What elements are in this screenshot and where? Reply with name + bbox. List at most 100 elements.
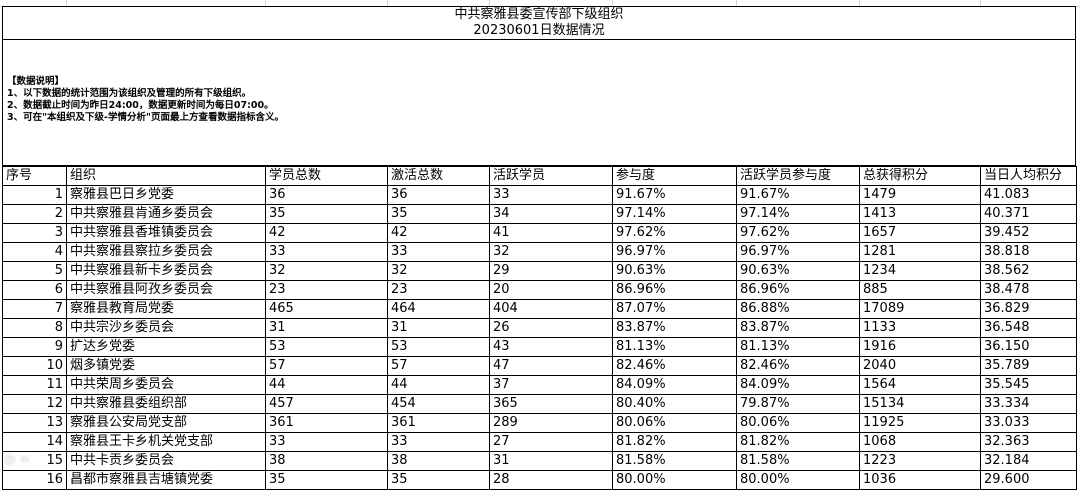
table-cell[interactable]: 中共察雅县委组织部 <box>66 394 266 414</box>
table-cell[interactable]: 82.46% <box>612 356 737 376</box>
column-header[interactable]: 总获得积分 <box>859 166 981 186</box>
table-cell[interactable]: 91.67% <box>736 185 860 205</box>
table-cell[interactable]: 1036 <box>859 470 981 490</box>
table-cell[interactable]: 454 <box>387 394 490 414</box>
table-cell[interactable]: 33 <box>387 432 490 452</box>
table-cell[interactable]: 37 <box>489 375 613 395</box>
table-cell[interactable]: 43 <box>489 337 613 357</box>
column-header[interactable]: 组织 <box>66 166 266 186</box>
table-cell[interactable]: 361 <box>387 413 490 433</box>
table-cell[interactable]: 36.829 <box>980 299 1077 319</box>
row-index-cell[interactable]: 12 <box>2 394 67 414</box>
table-cell[interactable]: 1133 <box>859 318 981 338</box>
row-index-cell[interactable]: 13 <box>2 413 67 433</box>
table-cell[interactable]: 465 <box>265 299 388 319</box>
table-cell[interactable]: 27 <box>489 432 613 452</box>
table-cell[interactable]: 81.13% <box>736 337 860 357</box>
table-cell[interactable]: 察雅县教育局党委 <box>66 299 266 319</box>
table-cell[interactable]: 35.545 <box>980 375 1077 395</box>
table-cell[interactable]: 81.82% <box>736 432 860 452</box>
title-cell[interactable]: 中共察雅县委宣传部下级组织 20230601日数据情况 <box>2 6 1076 40</box>
table-cell[interactable]: 83.87% <box>736 318 860 338</box>
table-cell[interactable]: 90.63% <box>612 261 737 281</box>
table-cell[interactable]: 1916 <box>859 337 981 357</box>
table-cell[interactable]: 中共察雅县肯通乡委员会 <box>66 204 266 224</box>
table-cell[interactable]: 33 <box>265 242 388 262</box>
table-cell[interactable]: 80.06% <box>736 413 860 433</box>
table-cell[interactable]: 中共卡贡乡委员会 <box>66 451 266 471</box>
table-cell[interactable]: 35 <box>265 470 388 490</box>
table-cell[interactable]: 32.184 <box>980 451 1077 471</box>
table-cell[interactable]: 23 <box>387 280 490 300</box>
table-cell[interactable]: 39.452 <box>980 223 1077 243</box>
table-cell[interactable]: 79.87% <box>736 394 860 414</box>
table-cell[interactable]: 289 <box>489 413 613 433</box>
table-cell[interactable]: 81.58% <box>612 451 737 471</box>
table-cell[interactable]: 38.818 <box>980 242 1077 262</box>
row-index-cell[interactable]: 14 <box>2 432 67 452</box>
row-index-cell[interactable]: 1 <box>2 185 67 205</box>
table-cell[interactable]: 32.363 <box>980 432 1077 452</box>
table-cell[interactable]: 38.478 <box>980 280 1077 300</box>
table-cell[interactable]: 38 <box>387 451 490 471</box>
table-cell[interactable]: 83.87% <box>612 318 737 338</box>
table-cell[interactable]: 97.14% <box>736 204 860 224</box>
column-header[interactable]: 序号 <box>2 166 67 186</box>
table-cell[interactable]: 38.562 <box>980 261 1077 281</box>
table-cell[interactable]: 烟多镇党委 <box>66 356 266 376</box>
table-cell[interactable]: 84.09% <box>736 375 860 395</box>
table-cell[interactable]: 38 <box>265 451 388 471</box>
table-cell[interactable]: 42 <box>265 223 388 243</box>
table-cell[interactable]: 20 <box>489 280 613 300</box>
table-cell[interactable]: 17089 <box>859 299 981 319</box>
table-cell[interactable]: 97.62% <box>612 223 737 243</box>
row-index-cell[interactable]: 5 <box>2 261 67 281</box>
table-cell[interactable]: 47 <box>489 356 613 376</box>
table-cell[interactable]: 33.334 <box>980 394 1077 414</box>
table-cell[interactable]: 29 <box>489 261 613 281</box>
table-cell[interactable]: 42 <box>387 223 490 243</box>
row-index-cell[interactable]: 11 <box>2 375 67 395</box>
table-cell[interactable]: 41 <box>489 223 613 243</box>
table-cell[interactable]: 80.40% <box>612 394 737 414</box>
table-cell[interactable]: 361 <box>265 413 388 433</box>
column-header[interactable]: 激活总数 <box>387 166 490 186</box>
table-cell[interactable]: 464 <box>387 299 490 319</box>
table-cell[interactable]: 81.58% <box>736 451 860 471</box>
table-cell[interactable]: 1479 <box>859 185 981 205</box>
table-cell[interactable]: 80.00% <box>612 470 737 490</box>
table-cell[interactable]: 29.600 <box>980 470 1077 490</box>
table-cell[interactable]: 90.63% <box>736 261 860 281</box>
column-header[interactable]: 活跃学员 <box>489 166 613 186</box>
table-cell[interactable]: 32 <box>387 261 490 281</box>
table-cell[interactable]: 96.97% <box>736 242 860 262</box>
table-cell[interactable]: 96.97% <box>612 242 737 262</box>
table-cell[interactable]: 35 <box>387 204 490 224</box>
table-cell[interactable]: 81.13% <box>612 337 737 357</box>
column-header[interactable]: 参与度 <box>612 166 737 186</box>
table-cell[interactable]: 80.06% <box>612 413 737 433</box>
table-cell[interactable]: 1068 <box>859 432 981 452</box>
table-cell[interactable]: 36.150 <box>980 337 1077 357</box>
table-cell[interactable]: 1223 <box>859 451 981 471</box>
table-cell[interactable]: 44 <box>265 375 388 395</box>
table-cell[interactable]: 1657 <box>859 223 981 243</box>
table-cell[interactable]: 35.789 <box>980 356 1077 376</box>
table-cell[interactable]: 57 <box>265 356 388 376</box>
table-cell[interactable]: 31 <box>387 318 490 338</box>
table-cell[interactable]: 53 <box>387 337 490 357</box>
table-cell[interactable]: 33 <box>489 185 613 205</box>
table-cell[interactable]: 57 <box>387 356 490 376</box>
table-cell[interactable]: 86.96% <box>736 280 860 300</box>
table-cell[interactable]: 81.82% <box>612 432 737 452</box>
column-header[interactable]: 活跃学员参与度 <box>736 166 860 186</box>
table-cell[interactable]: 87.07% <box>612 299 737 319</box>
table-cell[interactable]: 84.09% <box>612 375 737 395</box>
table-cell[interactable]: 35 <box>265 204 388 224</box>
table-cell[interactable]: 察雅县巴日乡党委 <box>66 185 266 205</box>
table-cell[interactable]: 中共察雅县察拉乡委员会 <box>66 242 266 262</box>
table-cell[interactable]: 33 <box>387 242 490 262</box>
table-cell[interactable]: 中共察雅县新卡乡委员会 <box>66 261 266 281</box>
table-cell[interactable]: 40.371 <box>980 204 1077 224</box>
table-cell[interactable]: 23 <box>265 280 388 300</box>
